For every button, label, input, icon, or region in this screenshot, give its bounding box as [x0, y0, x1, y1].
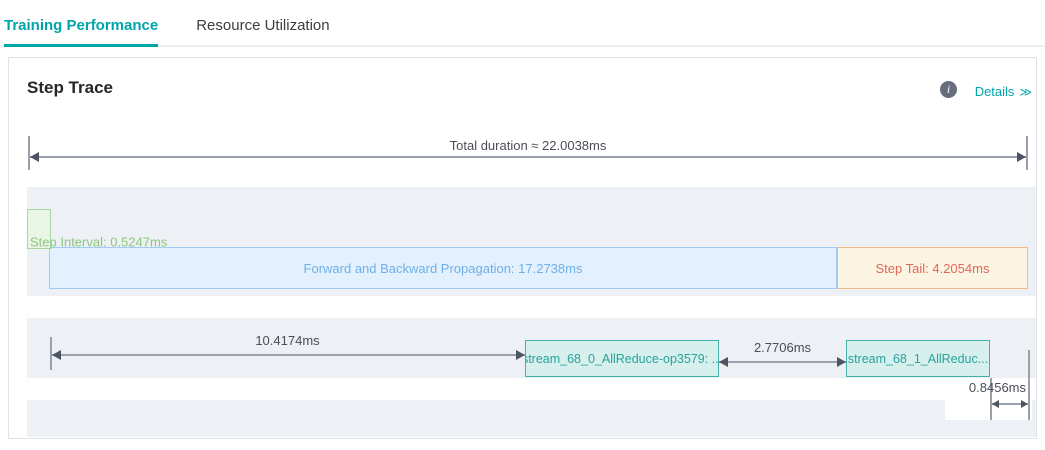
measure-line — [719, 361, 846, 363]
allreduce-box-1-label: stream_68_0_AllReduce-op3579: ... — [525, 352, 719, 366]
info-glyph: i — [947, 82, 950, 97]
arrowhead-right-icon — [516, 350, 525, 360]
allreduce-box-2-label: stream_68_1_AllReduc... — [848, 352, 988, 366]
fpbp-label: Forward and Backward Propagation: 17.273… — [304, 261, 583, 276]
allreduce-box-1: stream_68_0_AllReduce-op3579: ... — [525, 340, 719, 377]
arrowhead-left-icon — [719, 357, 728, 367]
arrowhead-left-icon — [52, 350, 61, 360]
tab-label: Training Performance — [4, 17, 158, 34]
step-tail-box: Step Tail: 4.2054ms — [837, 247, 1028, 289]
arrowhead-left-icon — [992, 400, 999, 408]
marker-bar-right — [1028, 350, 1030, 420]
step-interval-label: Step Interval: 0.5247ms — [30, 234, 167, 249]
allreduce-box-2: stream_68_1_AllReduc... — [846, 340, 990, 377]
tab-resource-utilization[interactable]: Resource Utilization — [196, 17, 329, 45]
tab-bar: Training Performance Resource Utilizatio… — [0, 0, 1045, 47]
fpbp-box: Forward and Backward Propagation: 17.273… — [49, 247, 837, 289]
reduce-tail-measure — [992, 398, 1028, 410]
page-title: Step Trace — [27, 78, 113, 98]
step-tail-label: Step Tail: 4.2054ms — [876, 261, 990, 276]
total-duration-label: Total duration ≈ 22.0038ms — [28, 138, 1028, 153]
total-duration-measure: Total duration ≈ 22.0038ms — [28, 136, 1028, 170]
reduce-tail-label: 0.8456ms — [926, 380, 1026, 395]
tab-label: Resource Utilization — [196, 17, 329, 34]
arrowhead-left-icon — [30, 152, 39, 162]
arrowhead-right-icon — [1021, 400, 1028, 408]
screen: Training Performance Resource Utilizatio… — [0, 0, 1045, 450]
measure-endcap-right — [1026, 136, 1028, 170]
arrowhead-right-icon — [837, 357, 846, 367]
details-label: Details — [975, 84, 1015, 99]
tab-training-performance[interactable]: Training Performance — [4, 17, 158, 45]
step-trace-card: Step Trace i Details ≫ Total duration ≈ … — [8, 57, 1037, 439]
details-link[interactable]: Details ≫ — [975, 84, 1031, 99]
reduce-gap2-measure: 2.7706ms — [719, 340, 846, 366]
step-trace-lane-3 — [27, 400, 1036, 437]
measure-line — [52, 354, 525, 356]
reduce-gap1-measure: 10.4174ms — [50, 333, 525, 371]
double-chevron-right-icon: ≫ — [1019, 85, 1031, 99]
arrowhead-right-icon — [1017, 152, 1026, 162]
reduce-gap1-label: 10.4174ms — [50, 333, 525, 348]
measure-line — [30, 156, 1026, 158]
reduce-gap2-label: 2.7706ms — [719, 340, 846, 355]
info-icon[interactable]: i — [940, 81, 957, 98]
step-trace-lane-2: 10.4174ms stream_68_0_AllReduce-op3579: … — [27, 318, 1036, 378]
step-trace-lane-1: Step Interval: 0.5247ms Forward and Back… — [27, 187, 1036, 296]
